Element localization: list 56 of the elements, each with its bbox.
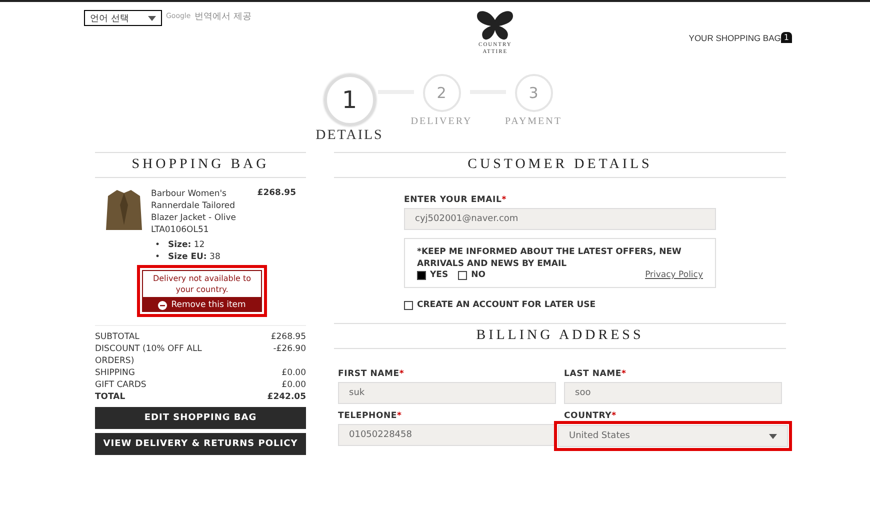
product-name: Barbour Women's Rannerdale Tailored Blazer Jacket - Olive LTA0106OL51 bbox=[151, 188, 238, 236]
total-value: £242.05 bbox=[267, 391, 306, 403]
checkbox[interactable] bbox=[458, 270, 468, 280]
step-circle: 3 bbox=[514, 74, 552, 112]
step-circle: 1 bbox=[324, 74, 376, 126]
section-heading: BILLING ADDRESS bbox=[334, 323, 786, 349]
step-label: PAYMENT bbox=[505, 116, 562, 127]
total-label: DISCOUNT (10% OFF ALL ORDERS) bbox=[95, 343, 203, 367]
minus-circle-icon bbox=[158, 300, 168, 310]
field-label: COUNTRY* bbox=[564, 411, 618, 421]
text-field[interactable]: 01050228458 bbox=[338, 424, 556, 446]
section-heading: CUSTOMER DETAILS bbox=[334, 152, 786, 178]
total-label: GIFT CARDS bbox=[95, 379, 148, 391]
text-field[interactable]: soo bbox=[564, 382, 782, 404]
newsletter-question: *KEEP ME INFORMED ABOUT THE LATEST OFFERS, NEW ARRIVALS AND NEWS BY EMAIL bbox=[417, 246, 682, 270]
section-heading: SHOPPING BAG bbox=[95, 152, 306, 178]
butterfly-icon bbox=[475, 10, 516, 42]
language-select[interactable]: 언어 선택 bbox=[84, 10, 162, 26]
text-field[interactable]: suk bbox=[338, 382, 556, 404]
shopping-bag-link[interactable]: YOUR SHOPPING BAG bbox=[688, 33, 781, 43]
jacket-image bbox=[105, 188, 143, 232]
total-value: £268.95 bbox=[270, 331, 306, 343]
field-label: ENTER YOUR EMAIL* bbox=[404, 195, 508, 205]
total-label: SHIPPING bbox=[95, 367, 136, 379]
product-price: £268.95 bbox=[257, 188, 296, 200]
privacy-policy-link[interactable]: Privacy Policy bbox=[645, 270, 703, 280]
product-attribute: Size EU: 38 bbox=[168, 251, 220, 263]
email-field[interactable]: cyj502001@naver.com bbox=[404, 208, 716, 230]
bag-action-button[interactable]: EDIT SHOPPING BAG bbox=[95, 407, 306, 429]
delivery-notice: Delivery not available to your country. bbox=[142, 270, 262, 298]
field-label: TELEPHONE* bbox=[338, 411, 403, 421]
country-select[interactable]: United States bbox=[558, 425, 788, 447]
field-label: LAST NAME* bbox=[564, 369, 628, 379]
step-label: DELIVERY bbox=[410, 116, 472, 127]
newsletter-option[interactable]: NO bbox=[458, 270, 486, 280]
bag-count-badge[interactable]: 1 bbox=[780, 32, 792, 43]
total-value: -£26.90 bbox=[273, 343, 306, 356]
total-value: £0.00 bbox=[282, 379, 306, 391]
bullet: • bbox=[155, 251, 160, 263]
bullet: • bbox=[155, 239, 160, 251]
step-circle: 2 bbox=[422, 74, 460, 112]
total-value: £0.00 bbox=[282, 367, 306, 379]
translate-note: 번역에서 제공 bbox=[194, 11, 252, 23]
caret-icon bbox=[769, 434, 777, 438]
total-label: TOTAL bbox=[95, 391, 126, 403]
caret-icon bbox=[148, 16, 156, 20]
product-attribute: Size: 12 bbox=[168, 239, 205, 251]
field-label: FIRST NAME* bbox=[338, 369, 406, 379]
checkbox[interactable] bbox=[404, 300, 413, 310]
step-label: DETAILS bbox=[316, 128, 384, 144]
checkbox[interactable] bbox=[417, 270, 426, 280]
total-label: SUBTOTAL bbox=[95, 331, 140, 343]
create-account-option[interactable]: CREATE AN ACCOUNT FOR LATER USE bbox=[404, 300, 716, 310]
newsletter-option[interactable]: YES bbox=[417, 270, 448, 280]
remove-item-button[interactable]: Remove this item bbox=[142, 298, 262, 312]
bag-action-button[interactable]: VIEW DELIVERY & RETURNS POLICY bbox=[95, 433, 306, 455]
